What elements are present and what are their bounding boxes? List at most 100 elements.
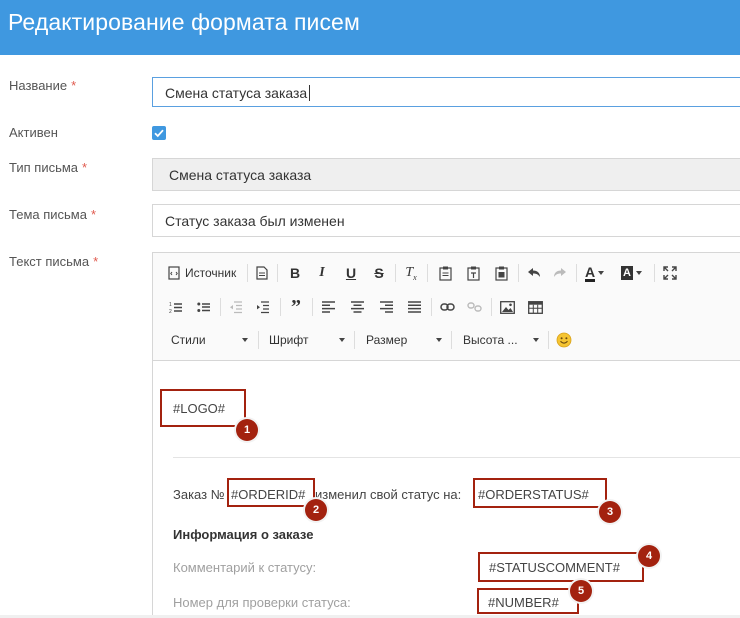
paste-text-button[interactable] — [464, 262, 482, 284]
paste-button[interactable] — [436, 262, 454, 284]
image-icon — [499, 300, 515, 314]
annotation-badge-2: 2 — [305, 499, 327, 521]
blockquote-button[interactable]: ” — [287, 296, 305, 318]
text-color-button[interactable]: A — [585, 262, 613, 284]
italic-button[interactable]: I — [313, 262, 331, 284]
align-right-button[interactable] — [377, 296, 395, 318]
annotation-highlight-4 — [478, 552, 644, 582]
indent-button[interactable] — [254, 296, 272, 318]
maximize-icon — [663, 266, 677, 280]
document-button[interactable] — [253, 262, 271, 284]
underline-button[interactable]: U — [342, 262, 360, 284]
image-button[interactable] — [498, 296, 516, 318]
emoji-button[interactable] — [555, 329, 573, 351]
order-status-text: изменил свой статус на: — [315, 487, 462, 502]
toolbar-divider — [220, 298, 221, 316]
remove-format-button[interactable]: Tx — [402, 262, 420, 284]
subject-label: Тема письма * — [9, 207, 97, 222]
annotation-badge-3: 3 — [599, 501, 621, 523]
required-mark: * — [90, 207, 97, 222]
redo-icon — [554, 268, 566, 277]
text-cursor — [309, 85, 310, 101]
bulleted-list-icon — [197, 302, 210, 312]
align-center-icon — [350, 301, 364, 313]
type-select-value: Смена статуса заказа — [169, 167, 312, 183]
toolbar-divider — [395, 264, 396, 282]
svg-text:1: 1 — [169, 302, 172, 308]
annotation-highlight-3 — [473, 478, 607, 508]
source-icon — [168, 266, 180, 280]
toolbar-divider — [280, 298, 281, 316]
chevron-down-icon — [242, 338, 248, 342]
name-label: Название * — [9, 78, 77, 93]
table-icon — [527, 300, 543, 314]
table-button[interactable] — [526, 296, 544, 318]
strikethrough-button[interactable]: S — [370, 262, 388, 284]
unlink-button[interactable] — [465, 296, 483, 318]
toolbar-divider — [576, 264, 577, 282]
order-prefix-text: Заказ № — [173, 487, 225, 502]
annotation-highlight-5 — [477, 588, 579, 614]
font-dropdown[interactable]: Шрифт — [251, 329, 351, 351]
name-input[interactable]: Смена статуса заказа — [152, 77, 740, 107]
quote-icon: ” — [291, 296, 301, 318]
content-divider — [173, 457, 740, 458]
undo-icon — [528, 268, 540, 277]
unlink-icon — [466, 302, 482, 312]
annotation-highlight-2 — [227, 478, 315, 507]
chevron-down-icon — [436, 338, 442, 342]
status-number-label: Номер для проверки статуса: — [173, 595, 351, 610]
active-checkbox[interactable] — [152, 126, 166, 140]
subject-input-value: Статус заказа был изменен — [165, 213, 345, 229]
type-select[interactable]: Смена статуса заказа — [152, 158, 740, 191]
align-center-button[interactable] — [348, 296, 366, 318]
maximize-button[interactable] — [661, 262, 679, 284]
source-button[interactable]: Источник — [167, 262, 243, 284]
background-color-icon: A — [621, 266, 633, 280]
size-dropdown[interactable]: Размер — [348, 329, 448, 351]
document-icon — [256, 266, 268, 280]
smiley-icon — [556, 332, 572, 348]
name-input-value: Смена статуса заказа — [165, 85, 308, 101]
status-comment-label: Комментарий к статусу: — [173, 560, 317, 575]
underline-icon: U — [345, 265, 357, 281]
redo-button[interactable] — [551, 262, 569, 284]
toolbar-divider — [427, 264, 428, 282]
required-mark: * — [93, 254, 99, 269]
toolbar-divider — [247, 264, 248, 282]
page-title: Редактирование формата писем — [8, 9, 360, 35]
strikethrough-icon: S — [374, 265, 384, 281]
bold-button[interactable]: B — [286, 262, 304, 284]
align-left-button[interactable] — [319, 296, 337, 318]
link-icon — [439, 303, 455, 311]
paste-word-button[interactable] — [492, 262, 510, 284]
order-info-heading: Информация о заказе — [173, 527, 314, 542]
required-mark: * — [82, 160, 88, 175]
outdent-button[interactable] — [227, 296, 245, 318]
numbered-list-button[interactable]: 12 — [167, 296, 185, 318]
chevron-down-icon — [598, 271, 605, 275]
outdent-icon — [230, 300, 242, 313]
bulleted-list-button[interactable] — [195, 296, 213, 318]
toolbar-divider — [548, 331, 549, 349]
numbered-list-icon: 12 — [169, 302, 182, 314]
annotation-badge-4: 4 — [638, 545, 660, 567]
clear-format-icon: Tx — [405, 264, 417, 282]
styles-dropdown[interactable]: Стили — [153, 329, 253, 351]
active-label: Активен — [9, 125, 58, 140]
editor-toolbar: Источник B I U S Tx A A 1 2 ” Стили Шриф… — [153, 253, 740, 361]
undo-button[interactable] — [525, 262, 543, 284]
type-label: Тип письма * — [9, 160, 88, 175]
toolbar-divider — [491, 298, 492, 316]
background-color-button[interactable]: A — [621, 262, 649, 284]
subject-input[interactable]: Статус заказа был изменен — [152, 204, 740, 237]
annotation-badge-5: 5 — [570, 580, 592, 602]
link-button[interactable] — [438, 296, 456, 318]
align-left-icon — [321, 301, 335, 313]
line-height-dropdown[interactable]: Высота ... — [445, 329, 545, 351]
bold-icon: B — [289, 265, 301, 281]
chevron-down-icon — [533, 338, 539, 342]
align-justify-button[interactable] — [405, 296, 423, 318]
text-color-icon: A — [585, 263, 596, 282]
toolbar-divider — [312, 298, 313, 316]
